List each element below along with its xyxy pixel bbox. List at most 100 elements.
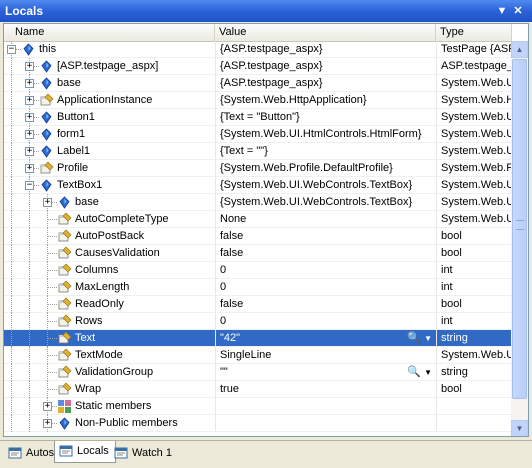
variable-row[interactable]: − this {ASP.testpage_aspx} TestPage {ASP [4, 41, 512, 58]
tab-locals[interactable]: Locals [54, 441, 116, 463]
close-icon[interactable]: ✕ [510, 3, 526, 19]
value-cell[interactable]: 0 [215, 279, 436, 295]
expand-icon[interactable]: + [25, 130, 34, 139]
variable-value: true [220, 383, 239, 395]
variable-row[interactable]: ReadOnly false bool [4, 296, 512, 313]
tab-autos[interactable]: Autos [4, 443, 60, 463]
locals-window-icon [59, 444, 73, 458]
variable-row[interactable]: + ApplicationInstance {System.Web.HttpAppl… [4, 92, 512, 109]
variable-row[interactable]: Columns 0 int [4, 262, 512, 279]
variable-row[interactable]: + Button1 {Text = "Button"} System.Web.U [4, 109, 512, 126]
visualizer-dropdown-icon[interactable]: ▼ [424, 334, 432, 343]
value-cell[interactable]: 0 [215, 262, 436, 278]
variable-row[interactable]: − TextBox1 {System.Web.UI.WebControls.Text… [4, 177, 512, 194]
tab-watch-1[interactable]: Watch 1 [110, 443, 178, 463]
variable-row[interactable]: + Profile {System.Web.Profile.DefaultProfi… [4, 160, 512, 177]
variable-name: Rows [75, 315, 103, 327]
value-cell[interactable]: false [215, 245, 436, 261]
column-header-type[interactable]: Type [436, 24, 512, 41]
property-icon [39, 161, 54, 176]
variable-name: form1 [57, 128, 86, 140]
window-title-bar[interactable]: Locals ▼ ✕ [0, 0, 532, 22]
expand-icon[interactable]: + [25, 113, 34, 122]
variable-row[interactable]: MaxLength 0 int [4, 279, 512, 296]
variable-row[interactable]: Text "42" 🔍 ▼ string [4, 330, 512, 347]
variable-row[interactable]: CausesValidation false bool [4, 245, 512, 262]
variable-name: ValidationGroup [75, 366, 154, 378]
tab-label: Locals [77, 445, 109, 457]
variable-row[interactable]: + [ASP.testpage_aspx] {ASP.testpage_aspx} A… [4, 58, 512, 75]
value-cell[interactable]: true [215, 381, 436, 397]
column-header-name[interactable]: Name [4, 24, 215, 41]
variable-row[interactable]: + form1 {System.Web.UI.HtmlControls.HtmlFo… [4, 126, 512, 143]
variable-row[interactable]: + Label1 {Text = ""} System.Web.U [4, 143, 512, 160]
visualizer-dropdown-icon[interactable]: ▼ [424, 368, 432, 377]
value-cell[interactable]: {ASP.testpage_aspx} [215, 75, 436, 91]
value-cell[interactable]: None [215, 211, 436, 227]
value-cell[interactable]: {System.Web.UI.WebControls.TextBox} [215, 177, 436, 193]
scroll-down-button[interactable]: ▼ [511, 420, 528, 436]
value-cell[interactable]: "42" 🔍 ▼ [215, 330, 436, 346]
variable-name: ApplicationInstance [57, 94, 153, 106]
scroll-thumb[interactable] [512, 59, 527, 399]
expand-icon[interactable]: + [25, 62, 34, 71]
field-icon [39, 127, 54, 142]
value-cell[interactable]: {Text = ""} [215, 143, 436, 159]
scroll-up-button[interactable]: ▲ [511, 41, 528, 58]
value-cell[interactable]: {System.Web.UI.WebControls.TextBox} [215, 194, 436, 210]
expand-icon[interactable]: + [25, 79, 34, 88]
column-header-value[interactable]: Value [215, 24, 436, 41]
type-cell: string [436, 364, 512, 380]
magnifier-icon[interactable]: 🔍 [407, 366, 421, 378]
variable-value: "42" [220, 332, 241, 344]
name-cell: Wrap [4, 381, 215, 397]
value-cell[interactable]: {ASP.testpage_aspx} [215, 41, 436, 57]
variable-row[interactable]: + base {System.Web.UI.WebControls.TextBox}… [4, 194, 512, 211]
variable-value: 0 [220, 264, 227, 276]
name-cell: + ApplicationInstance [4, 92, 215, 108]
expand-icon[interactable]: + [43, 198, 52, 207]
variable-name: Static members [75, 400, 152, 412]
value-cell[interactable]: "" 🔍 ▼ [215, 364, 436, 380]
value-cell[interactable]: {System.Web.UI.HtmlControls.HtmlForm} [215, 126, 436, 142]
name-cell: + form1 [4, 126, 215, 142]
variable-row[interactable]: + Static members [4, 398, 512, 415]
value-cell[interactable]: {ASP.testpage_aspx} [215, 58, 436, 74]
name-cell: MaxLength [4, 279, 215, 295]
variable-row[interactable]: Rows 0 int [4, 313, 512, 330]
variable-value: false [220, 298, 244, 310]
variable-row[interactable]: + base {ASP.testpage_aspx} System.Web.U [4, 75, 512, 92]
value-cell[interactable]: {System.Web.Profile.DefaultProfile} [215, 160, 436, 176]
expand-icon[interactable]: + [25, 164, 34, 173]
expand-icon[interactable]: + [43, 419, 52, 428]
value-cell[interactable]: {System.Web.HttpApplication} [215, 92, 436, 108]
value-cell[interactable] [215, 398, 436, 414]
value-cell[interactable] [215, 415, 436, 431]
variable-row[interactable]: + Non-Public members [4, 415, 512, 432]
collapse-icon[interactable]: − [25, 181, 34, 190]
variable-row[interactable]: TextMode SingleLine System.Web.U [4, 347, 512, 364]
value-cell[interactable]: {Text = "Button"} [215, 109, 436, 125]
field-icon [57, 416, 72, 431]
collapse-icon[interactable]: − [7, 45, 16, 54]
variable-name: MaxLength [75, 281, 130, 293]
value-cell[interactable]: false [215, 228, 436, 244]
variable-name: Columns [75, 264, 119, 276]
expand-icon[interactable]: + [25, 147, 34, 156]
value-cell[interactable]: SingleLine [215, 347, 436, 363]
variable-row[interactable]: Wrap true bool [4, 381, 512, 398]
variable-row[interactable]: AutoCompleteType None System.Web.U [4, 211, 512, 228]
value-cell[interactable]: false [215, 296, 436, 312]
vertical-scrollbar[interactable]: ▲ ▼ [511, 41, 528, 436]
expand-icon[interactable]: + [25, 96, 34, 105]
dropdown-arrow-icon[interactable]: ▼ [494, 3, 510, 19]
expand-icon[interactable]: + [43, 402, 52, 411]
variable-name: TextBox1 [57, 179, 103, 191]
variable-row[interactable]: AutoPostBack false bool [4, 228, 512, 245]
variable-value: {ASP.testpage_aspx} [220, 60, 323, 72]
variable-row[interactable]: ValidationGroup "" 🔍 ▼ string [4, 364, 512, 381]
value-cell[interactable]: 0 [215, 313, 436, 329]
magnifier-icon[interactable]: 🔍 [407, 332, 421, 344]
field-icon [39, 178, 54, 193]
locals-grid[interactable]: Name Value Type − this {ASP.testpage_aspx}… [3, 23, 529, 437]
